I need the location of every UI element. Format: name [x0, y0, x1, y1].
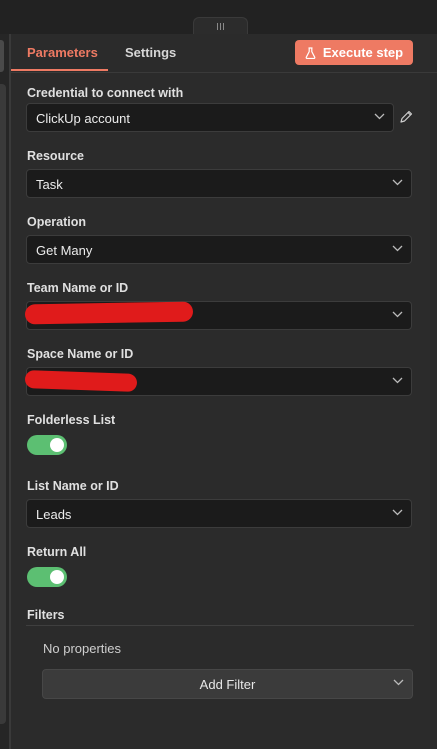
- space-label: Space Name or ID: [27, 347, 134, 361]
- return-all-toggle[interactable]: [27, 567, 67, 587]
- operation-value: Get Many: [36, 243, 93, 258]
- add-filter-button[interactable]: Add Filter: [42, 669, 413, 699]
- chevron-down-icon: [392, 311, 403, 318]
- chevron-down-icon: [392, 245, 403, 252]
- return-all-label: Return All: [27, 545, 87, 559]
- execute-step-label: Execute step: [322, 45, 404, 60]
- tab-settings[interactable]: Settings: [125, 45, 176, 60]
- resource-value: Task: [36, 177, 63, 192]
- toggle-knob: [50, 438, 64, 452]
- node-parameters-panel: Parameters Settings Execute step Credent…: [10, 34, 437, 749]
- toggle-knob: [50, 570, 64, 584]
- list-select[interactable]: Leads: [26, 499, 412, 528]
- no-properties-text: No properties: [43, 641, 122, 656]
- panel-tabs: Parameters Settings Execute step: [11, 34, 437, 73]
- credential-select[interactable]: ClickUp account: [26, 103, 394, 132]
- folderless-toggle[interactable]: [27, 435, 67, 455]
- redaction-mark: [24, 370, 138, 392]
- edit-credential-icon[interactable]: [399, 110, 413, 124]
- canvas-edge-handle[interactable]: [0, 40, 4, 72]
- redaction-mark: [24, 301, 194, 325]
- chevron-down-icon: [392, 179, 403, 186]
- list-value: Leads: [36, 507, 72, 522]
- chevron-down-icon: [392, 377, 403, 384]
- operation-label: Operation: [27, 215, 87, 229]
- resource-label: Resource: [27, 149, 84, 163]
- team-label: Team Name or ID: [27, 281, 129, 295]
- filters-label: Filters: [27, 608, 65, 622]
- chevron-down-icon: [392, 509, 403, 516]
- active-tab-indicator: [11, 69, 108, 71]
- panel-drag-handle[interactable]: [193, 17, 248, 35]
- flask-icon: [305, 46, 316, 59]
- credential-label: Credential to connect with: [27, 86, 184, 100]
- list-label: List Name or ID: [27, 479, 119, 493]
- resource-select[interactable]: Task: [26, 169, 412, 198]
- operation-select[interactable]: Get Many: [26, 235, 412, 264]
- folderless-label: Folderless List: [27, 413, 116, 427]
- add-filter-label: Add Filter: [199, 677, 256, 692]
- chevron-down-icon: [393, 679, 404, 686]
- tab-parameters[interactable]: Parameters: [27, 45, 98, 60]
- canvas-scrollbar[interactable]: [0, 84, 6, 724]
- execute-step-button[interactable]: Execute step: [295, 40, 413, 65]
- filters-divider: [26, 625, 414, 626]
- credential-value: ClickUp account: [36, 111, 130, 126]
- chevron-down-icon: [374, 113, 385, 120]
